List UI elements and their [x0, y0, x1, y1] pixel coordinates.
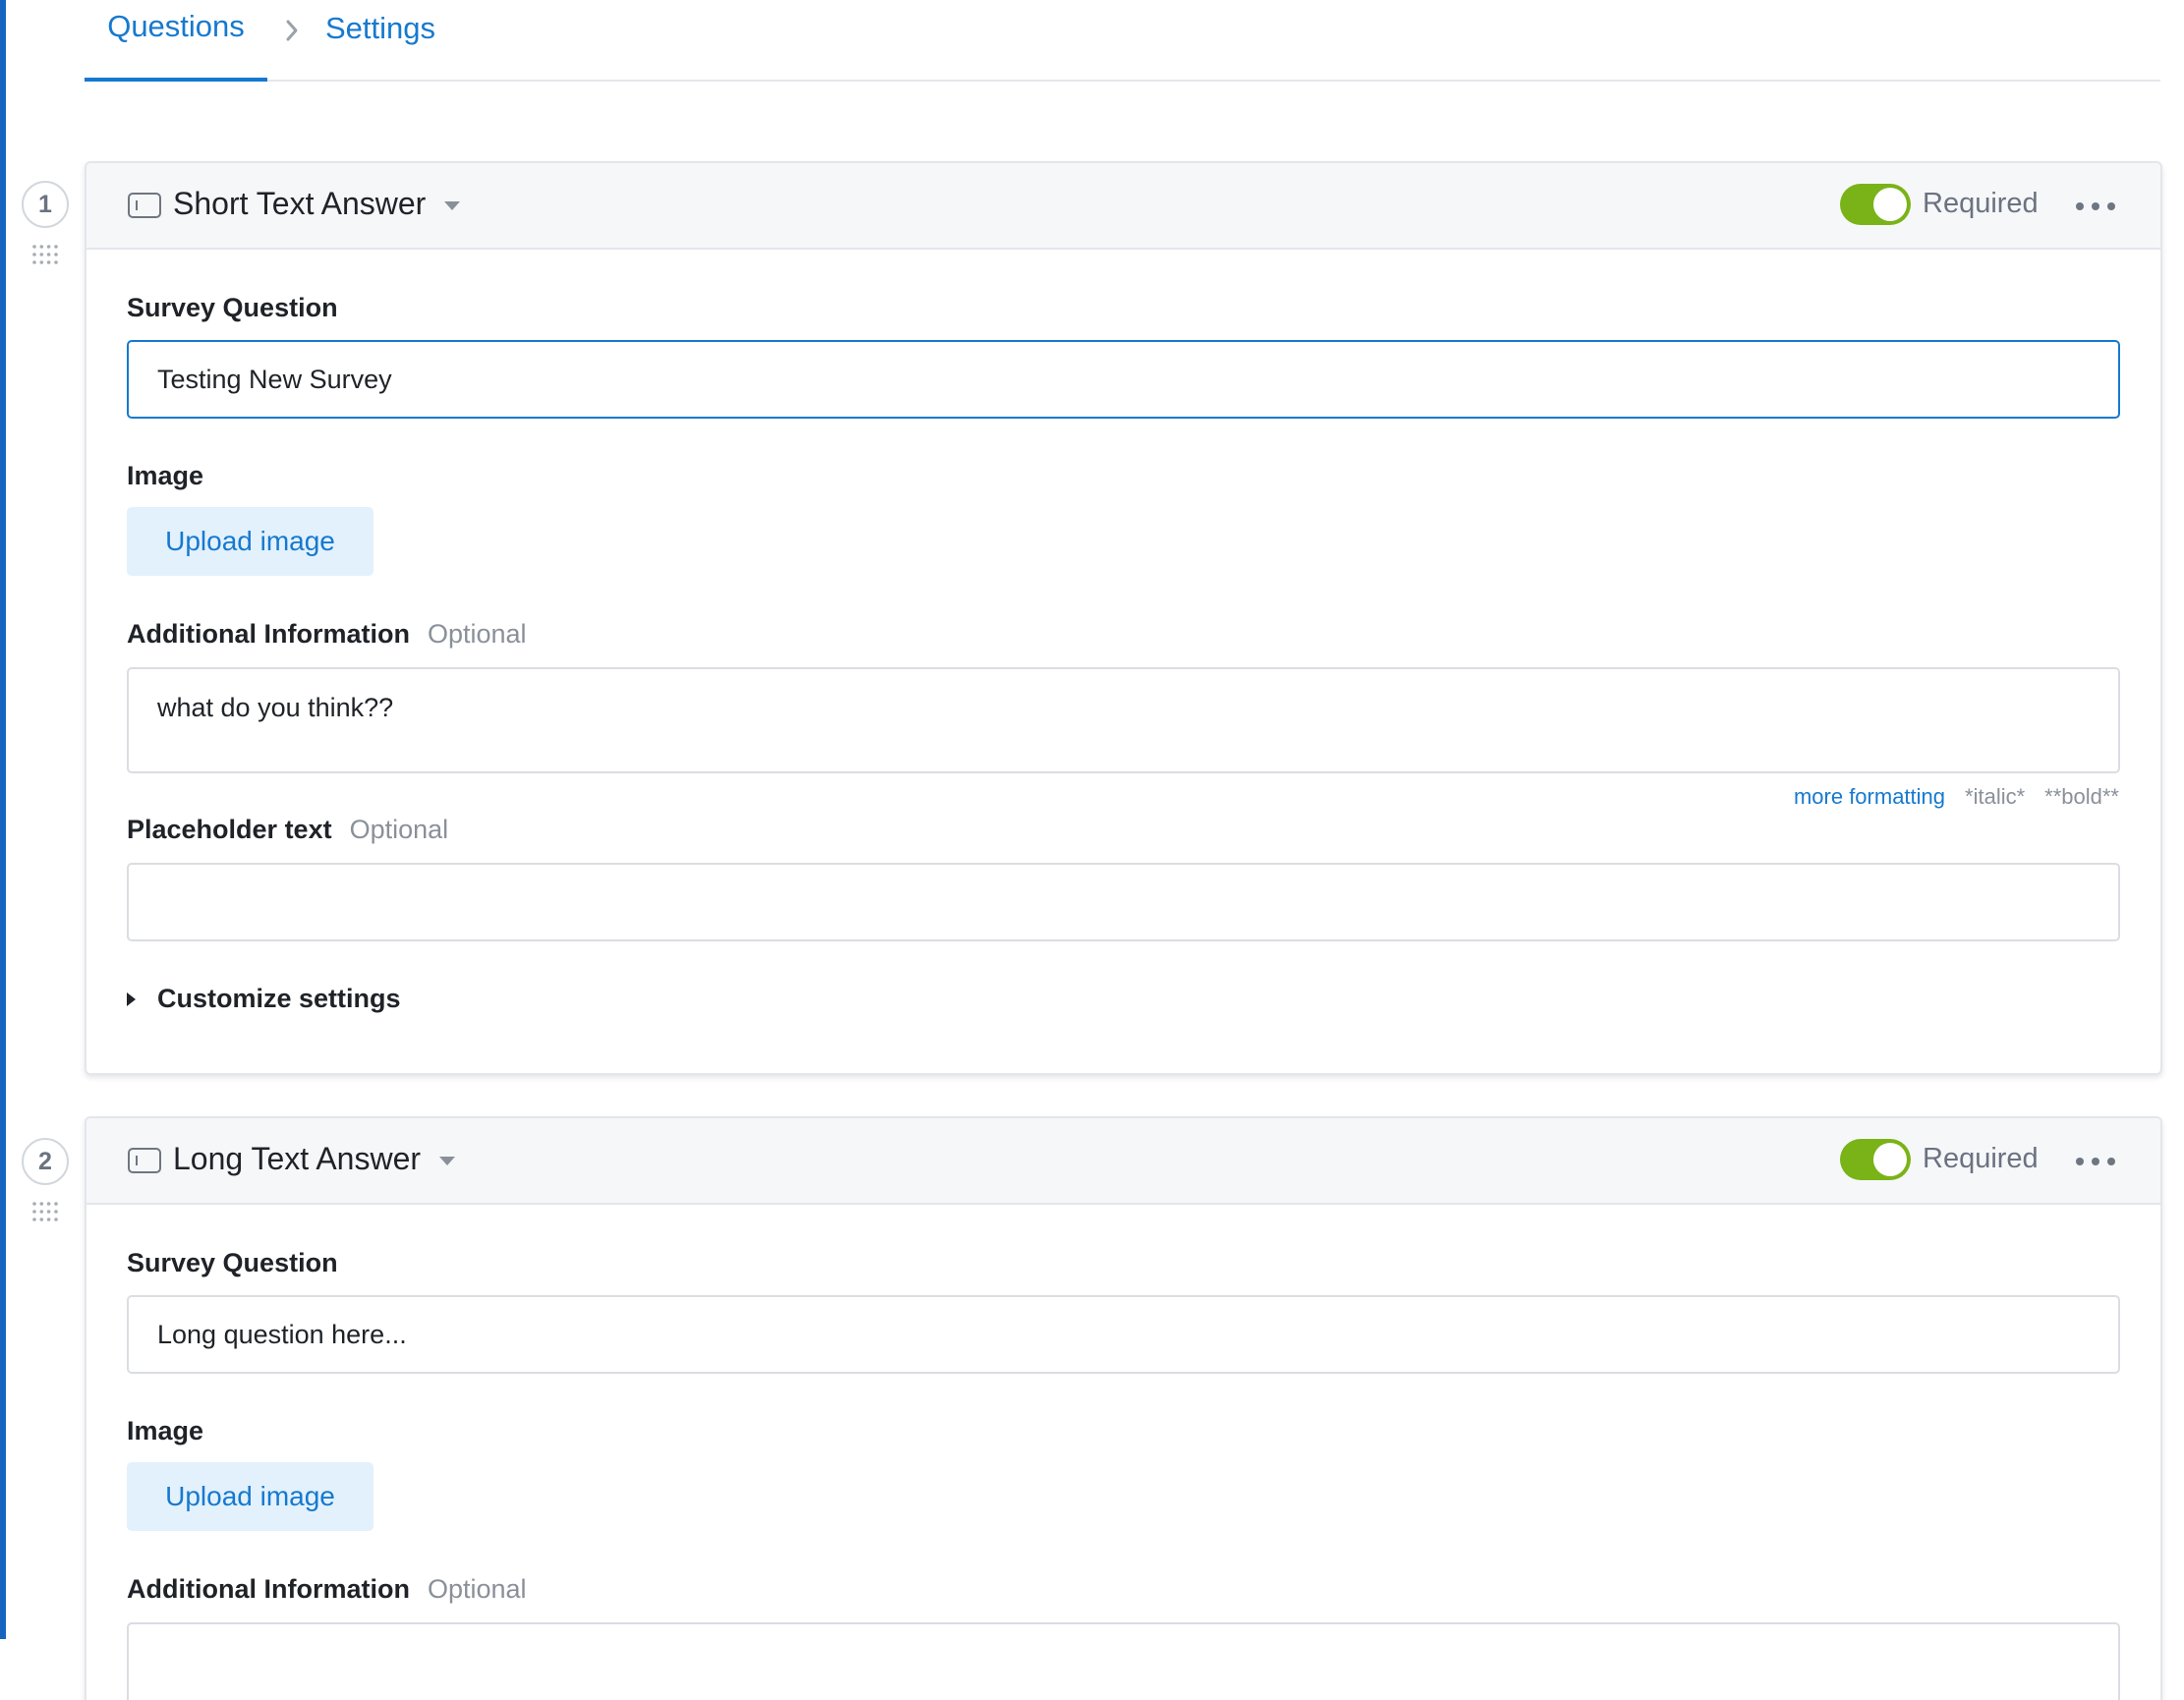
survey-question-label: Survey Question — [127, 293, 338, 322]
question-card: Short Text Answer Required Survey Questi… — [85, 161, 2162, 1075]
drag-handle-icon[interactable] — [31, 1201, 59, 1222]
question-type-label[interactable]: Short Text Answer — [173, 186, 426, 222]
question-type-label[interactable]: Long Text Answer — [173, 1141, 421, 1177]
question-card-header: Short Text Answer Required — [86, 163, 2160, 250]
placeholder-text-input[interactable] — [127, 863, 2120, 941]
additional-information-label-text: Additional Information — [127, 619, 410, 649]
placeholder-text-label-text: Placeholder text — [127, 815, 332, 844]
caret-right-icon — [127, 992, 136, 1006]
tab-questions[interactable]: Questions — [85, 0, 267, 82]
additional-information-label-text: Additional Information — [127, 1574, 410, 1604]
chevron-down-icon[interactable] — [439, 1157, 455, 1165]
optional-tag: Optional — [349, 815, 449, 844]
more-options-icon[interactable] — [2076, 191, 2115, 222]
text-field-icon — [128, 1148, 161, 1173]
drag-handle-icon[interactable] — [31, 244, 59, 265]
optional-tag: Optional — [427, 619, 527, 649]
survey-question-input[interactable] — [127, 1295, 2120, 1374]
required-label: Required — [1923, 1143, 2039, 1174]
customize-settings-toggle[interactable]: Customize settings — [127, 984, 401, 1014]
optional-tag: Optional — [427, 1574, 527, 1604]
question-number-badge: 1 — [22, 181, 69, 228]
more-options-icon[interactable] — [2076, 1146, 2115, 1177]
survey-question-label: Survey Question — [127, 1248, 338, 1277]
chevron-right-icon — [286, 20, 298, 41]
image-label: Image — [127, 461, 204, 490]
question-card: Long Text Answer Required Survey Questio… — [85, 1116, 2162, 1700]
additional-information-label: Additional Information Optional — [127, 619, 527, 650]
toggle-knob — [1873, 188, 1907, 221]
image-label: Image — [127, 1416, 204, 1445]
upload-image-button[interactable]: Upload image — [127, 507, 374, 576]
additional-information-textarea[interactable]: what do you think?? — [127, 667, 2120, 773]
placeholder-text-label: Placeholder text Optional — [127, 815, 448, 845]
question-number-badge: 2 — [22, 1138, 69, 1185]
chevron-down-icon[interactable] — [444, 201, 460, 210]
upload-image-button[interactable]: Upload image — [127, 1462, 374, 1531]
customize-settings-label: Customize settings — [157, 984, 401, 1013]
formatting-hints: more formatting *italic* **bold** — [1794, 784, 2119, 810]
bold-hint: **bold** — [2044, 784, 2119, 809]
toggle-knob — [1873, 1143, 1907, 1176]
additional-information-label: Additional Information Optional — [127, 1574, 527, 1605]
tab-settings[interactable]: Settings — [325, 0, 435, 82]
required-toggle[interactable] — [1840, 184, 1911, 225]
required-toggle[interactable] — [1840, 1139, 1911, 1180]
question-card-header: Long Text Answer Required — [86, 1118, 2160, 1205]
additional-information-textarea[interactable] — [127, 1622, 2120, 1700]
required-label: Required — [1923, 188, 2039, 219]
app-left-accent-bar — [0, 0, 6, 1639]
tab-bar: Questions Settings — [85, 0, 2160, 82]
text-field-icon — [128, 193, 161, 218]
survey-question-input[interactable] — [127, 340, 2120, 419]
italic-hint: *italic* — [1965, 784, 2026, 809]
more-formatting-link[interactable]: more formatting — [1794, 784, 1945, 810]
